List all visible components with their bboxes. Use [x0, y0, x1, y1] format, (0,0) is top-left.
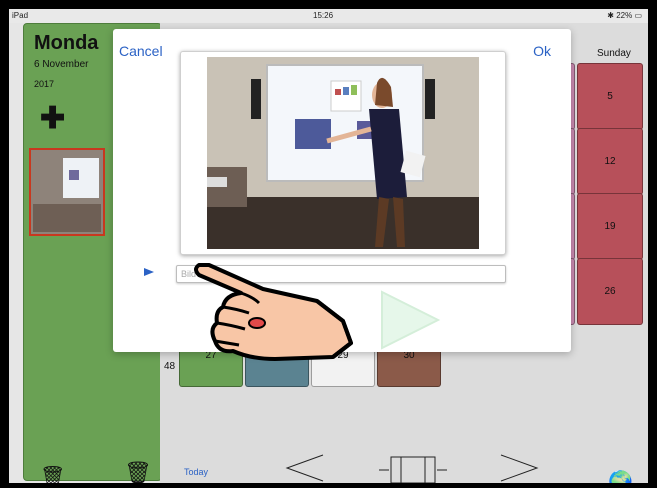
- cell-day-number: 26: [604, 286, 616, 297]
- status-time: 15:26: [313, 11, 334, 20]
- calendar-cell-sunday-26[interactable]: 26: [577, 258, 643, 325]
- calendar-cell-sunday-19[interactable]: 19: [577, 193, 643, 260]
- today-button[interactable]: Today: [184, 467, 208, 477]
- calendar-cell-sunday-5[interactable]: 5: [577, 63, 643, 130]
- status-bar: iPad 15:26 ✱ 22% ▭: [9, 9, 648, 23]
- calendar-cell-sunday-12[interactable]: 12: [577, 128, 643, 195]
- battery-level: ✱ 22% ▭: [607, 11, 642, 20]
- activity-photo: [207, 57, 479, 249]
- thumbnail-image: [31, 150, 103, 234]
- play-icon[interactable]: [143, 266, 155, 278]
- battery-text: 22%: [616, 11, 633, 20]
- day-year: 2017: [34, 79, 55, 89]
- cell-day-number: 12: [604, 156, 616, 167]
- screen: iPad 15:26 ✱ 22% ▭ Monda 6 November 2017…: [9, 9, 648, 483]
- photo-illustration: [207, 57, 479, 249]
- week-view-icon[interactable]: [379, 455, 447, 483]
- play-record-icon[interactable]: [378, 288, 442, 352]
- globe-icon[interactable]: 🌍: [608, 469, 633, 483]
- activity-thumbnail[interactable]: [29, 148, 105, 236]
- device-label: iPad: [12, 11, 29, 20]
- sunday-header: Sunday: [597, 48, 631, 59]
- cell-day-number: 5: [607, 91, 613, 102]
- photo-frame[interactable]: [180, 51, 506, 255]
- chevron-right-icon[interactable]: [499, 453, 539, 483]
- trash-icon[interactable]: 🗑: [40, 464, 65, 483]
- day-date: 6 November: [34, 59, 89, 70]
- pointing-hand-icon: [194, 263, 353, 361]
- plus-icon[interactable]: ✚: [40, 104, 65, 134]
- device-frame: iPad 15:26 ✱ 22% ▭ Monda 6 November 2017…: [0, 0, 657, 488]
- trash-recycle-icon[interactable]: 🗑: [124, 460, 152, 483]
- ok-button[interactable]: Ok: [533, 43, 551, 59]
- day-title: Monda: [34, 32, 99, 54]
- week-number: 48: [164, 361, 176, 372]
- cancel-button[interactable]: Cancel: [119, 43, 163, 59]
- cell-day-number: 19: [604, 221, 616, 232]
- chevron-left-icon[interactable]: [285, 453, 325, 483]
